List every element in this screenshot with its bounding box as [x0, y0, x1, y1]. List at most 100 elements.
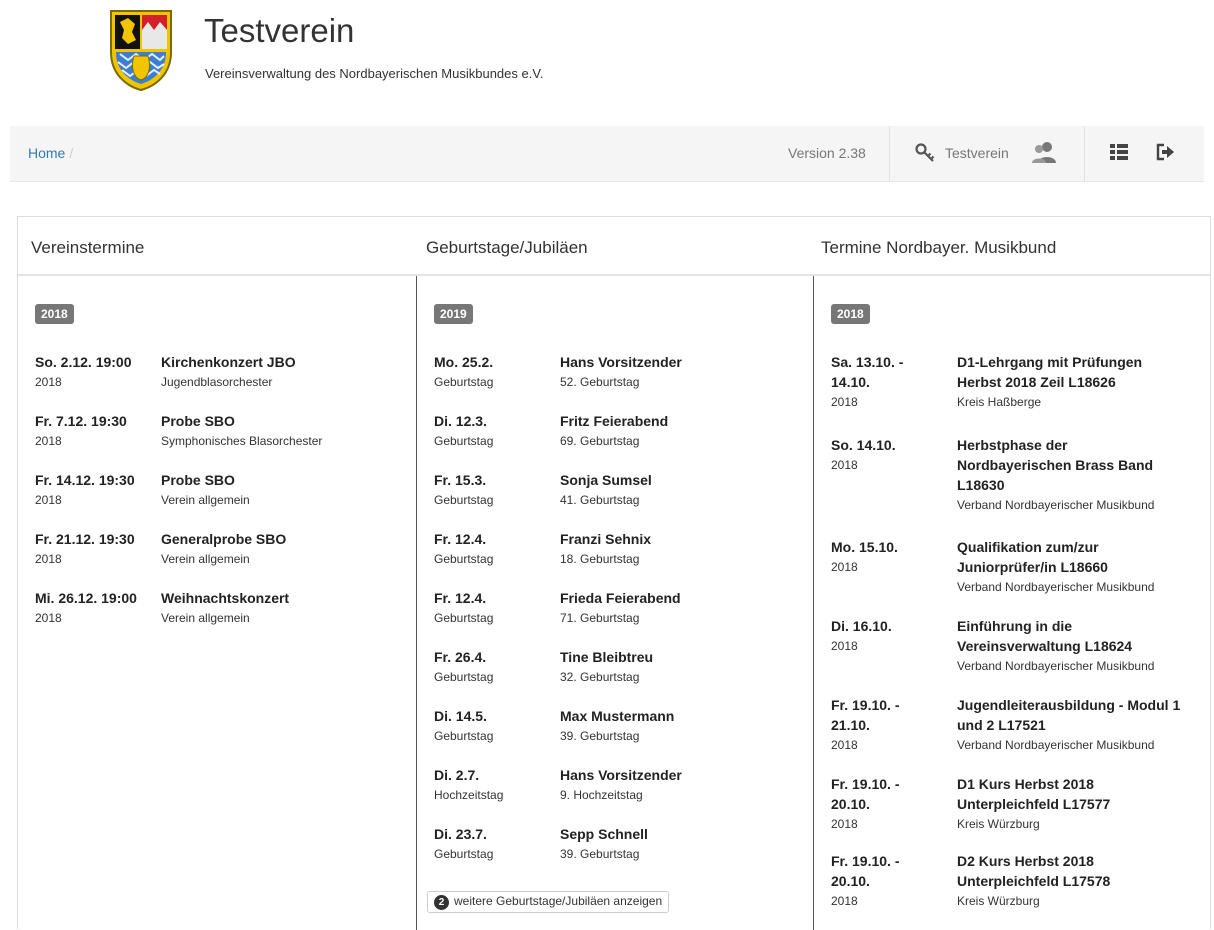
- birthday-type: Geburtstag: [434, 611, 494, 625]
- event-title-link[interactable]: Einführung in die: [957, 616, 1072, 636]
- event-date: So. 14.10.: [831, 437, 896, 453]
- birthday-name: Sepp Schnell: [560, 826, 648, 842]
- key-icon[interactable]: [914, 142, 936, 164]
- event-year: 2018: [831, 738, 858, 752]
- event-title-link[interactable]: D1-Lehrgang mit Prüfungen: [957, 352, 1142, 372]
- logout-icon[interactable]: [1155, 142, 1175, 162]
- birthday-type: Geburtstag: [434, 847, 494, 861]
- birthday-type: Geburtstag: [434, 493, 494, 507]
- birthday-detail: 32. Geburtstag: [560, 670, 640, 684]
- birthday-type: Hochzeitstag: [434, 788, 504, 802]
- event-title-link[interactable]: Kirchenkonzert JBO: [161, 352, 296, 372]
- event-title-link[interactable]: Jugendleiterausbildung - Modul 1: [957, 695, 1180, 715]
- birthday-detail: 71. Geburtstag: [560, 611, 640, 625]
- event-title-link[interactable]: Juniorprüfer/in L18660: [957, 557, 1108, 577]
- dashboard-panel: Vereinstermine Geburtstage/Jubiläen Term…: [17, 216, 1212, 930]
- event-year: 2018: [831, 395, 858, 409]
- event-date: 20.10.: [831, 873, 870, 889]
- birthday-detail: 18. Geburtstag: [560, 552, 640, 566]
- event-organizer: Kreis Würzburg: [957, 817, 1040, 831]
- event-title-link[interactable]: Herbst 2018 Zeil L18626: [957, 372, 1116, 392]
- event-group: Verein allgemein: [161, 552, 250, 566]
- user-name-link[interactable]: Testverein: [945, 145, 1009, 161]
- year-badge: 2019: [434, 304, 473, 324]
- club-crest-logo: [110, 10, 172, 92]
- year-badge: 2018: [831, 304, 870, 324]
- event-organizer: Verband Nordbayerischer Musikbund: [957, 659, 1155, 673]
- event-organizer: Kreis Haßberge: [957, 395, 1042, 409]
- birthday-name: Tine Bleibtreu: [560, 649, 654, 665]
- event-date: Fr. 19.10. -: [831, 697, 900, 713]
- event-date: So. 2.12. 19:00: [35, 354, 132, 370]
- event-date: Fr. 14.12. 19:30: [35, 472, 135, 488]
- event-date: Fr. 19.10. -: [831, 776, 900, 792]
- birthday-detail: 69. Geburtstag: [560, 434, 640, 448]
- birthday-name: Hans Vorsitzender: [560, 767, 682, 783]
- birthday-date: Fr. 26.4.: [434, 649, 487, 665]
- event-year: 2018: [35, 611, 62, 625]
- event-title-link[interactable]: Probe SBO: [161, 470, 235, 490]
- event-title-link[interactable]: Qualifikation zum/zur: [957, 537, 1099, 557]
- nav-divider: [889, 126, 890, 182]
- event-group: Verein allgemein: [161, 611, 250, 625]
- event-title-link[interactable]: Unterpleichfeld L17577: [957, 794, 1110, 814]
- more-count-badge: 2: [434, 895, 449, 910]
- birthday-name: Max Mustermann: [560, 708, 675, 724]
- birthday-name: Franzi Sehnix: [560, 531, 652, 547]
- more-birthdays-button[interactable]: 2 weitere Geburtstage/Jubiläen anzeigen: [427, 891, 670, 913]
- event-title-link[interactable]: L18630: [957, 475, 1004, 495]
- birthday-detail: 39. Geburtstag: [560, 847, 640, 861]
- list-icon[interactable]: [1109, 142, 1129, 162]
- breadcrumb: Home /: [28, 145, 73, 161]
- nav-divider: [1084, 126, 1085, 182]
- vereinstermine-column: 2018 So. 2.12. 19:00 2018 Kirchenkonzert J…: [18, 276, 416, 930]
- event-year: 2018: [35, 375, 62, 389]
- event-year: 2018: [35, 552, 62, 566]
- birthday-detail: 52. Geburtstag: [560, 375, 640, 389]
- birthday-name: Sonja Sumsel: [560, 472, 652, 488]
- birthday-date: Fr. 12.4.: [434, 590, 487, 606]
- event-group: Verein allgemein: [161, 493, 250, 507]
- event-title-link[interactable]: Vereinsverwaltung L18624: [957, 636, 1132, 656]
- event-date: Sa. 13.10. -: [831, 354, 904, 370]
- event-title-link[interactable]: Nordbayerischen Brass Band: [957, 455, 1153, 475]
- event-title-link[interactable]: D2 Kurs Herbst 2018: [957, 851, 1094, 871]
- birthday-detail: 39. Geburtstag: [560, 729, 640, 743]
- birthday-type: Geburtstag: [434, 375, 494, 389]
- event-organizer: Verband Nordbayerischer Musikbund: [957, 580, 1155, 594]
- birthday-name: Fritz Feierabend: [560, 413, 669, 429]
- breadcrumb-home-link[interactable]: Home: [28, 145, 65, 161]
- birthday-date: Fr. 15.3.: [434, 472, 487, 488]
- event-title-link[interactable]: Weihnachtskonzert: [161, 588, 289, 608]
- version-label: Version 2.38: [788, 145, 866, 161]
- geburtstage-title: Geburtstage/Jubiläen: [426, 238, 588, 257]
- event-title-link[interactable]: Unterpleichfeld L17578: [957, 871, 1110, 891]
- event-title-link[interactable]: Probe SBO: [161, 411, 235, 431]
- event-date: 21.10.: [831, 717, 870, 733]
- nbmb-column: 2018 Sa. 13.10. - 14.10. 2018 D1-Lehrgang m…: [814, 276, 1212, 930]
- event-date: 20.10.: [831, 796, 870, 812]
- event-title-link[interactable]: D1 Kurs Herbst 2018: [957, 774, 1094, 794]
- top-navbar: Home / Version 2.38 Testverein: [10, 126, 1204, 182]
- event-year: 2018: [831, 639, 858, 653]
- user-icon[interactable]: [1030, 139, 1058, 165]
- event-year: 2018: [831, 894, 858, 908]
- event-title-link[interactable]: Herbstphase der: [957, 435, 1067, 455]
- birthday-date: Fr. 12.4.: [434, 531, 487, 547]
- birthday-date: Di. 23.7.: [434, 826, 487, 842]
- birthday-detail: 9. Hochzeitstag: [560, 788, 643, 802]
- nbmb-title: Termine Nordbayer. Musikbund: [821, 238, 1057, 257]
- event-date: 14.10.: [831, 374, 870, 390]
- event-date: Fr. 21.12. 19:30: [35, 531, 135, 547]
- panel-header: Vereinstermine Geburtstage/Jubiläen Term…: [18, 217, 1210, 276]
- birthday-date: Di. 14.5.: [434, 708, 487, 724]
- event-group: Symphonisches Blasorchester: [161, 434, 323, 448]
- event-title-link[interactable]: und 2 L17521: [957, 715, 1046, 735]
- event-group: Jugendblasorchester: [161, 375, 273, 389]
- event-year: 2018: [35, 493, 62, 507]
- vereinstermine-title: Vereinstermine: [31, 238, 145, 257]
- birthday-date: Mo. 25.2.: [434, 354, 494, 370]
- breadcrumb-separator: /: [69, 145, 74, 161]
- event-year: 2018: [831, 817, 858, 831]
- event-title-link[interactable]: Generalprobe SBO: [161, 529, 286, 549]
